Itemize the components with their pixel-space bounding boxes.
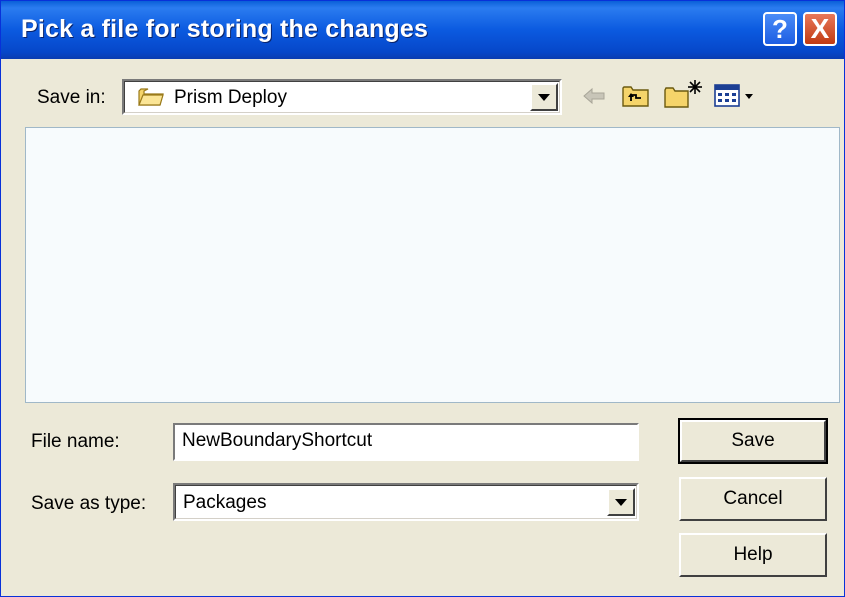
save-dialog: Pick a file for storing the changes ? X …: [0, 0, 845, 597]
new-folder-icon[interactable]: [663, 79, 705, 109]
question-icon: ?: [772, 13, 788, 44]
close-icon: X: [810, 13, 830, 44]
file-name-value: NewBoundaryShortcut: [182, 430, 373, 451]
back-arrow-icon[interactable]: [581, 85, 607, 107]
help-button[interactable]: Help: [679, 533, 827, 577]
title-bar[interactable]: Pick a file for storing the changes ? X: [1, 1, 844, 59]
views-menu-icon[interactable]: [713, 83, 765, 109]
chevron-down-icon: [538, 93, 550, 101]
folder-icon: [138, 88, 164, 106]
save-in-dropdown-button[interactable]: [530, 83, 558, 111]
save-in-combo[interactable]: Prism Deploy: [122, 79, 562, 115]
save-as-type-label: Save as type:: [31, 493, 147, 514]
help-title-button[interactable]: ?: [763, 12, 797, 46]
save-as-type-value: Packages: [183, 492, 267, 513]
save-in-label: Save in:: [37, 87, 106, 108]
save-in-value: Prism Deploy: [174, 87, 287, 108]
dialog-title: Pick a file for storing the changes: [21, 15, 429, 43]
save-as-type-dropdown-button[interactable]: [607, 488, 635, 516]
chevron-down-icon: [615, 498, 627, 506]
save-as-type-select[interactable]: Packages: [173, 483, 639, 521]
file-name-input[interactable]: NewBoundaryShortcut: [173, 423, 639, 461]
file-name-label: File name:: [31, 431, 120, 452]
close-button[interactable]: X: [803, 12, 837, 46]
cancel-button[interactable]: Cancel: [679, 477, 827, 521]
file-list[interactable]: [25, 127, 840, 403]
save-button[interactable]: Save: [678, 418, 828, 464]
up-folder-icon[interactable]: [621, 83, 651, 109]
